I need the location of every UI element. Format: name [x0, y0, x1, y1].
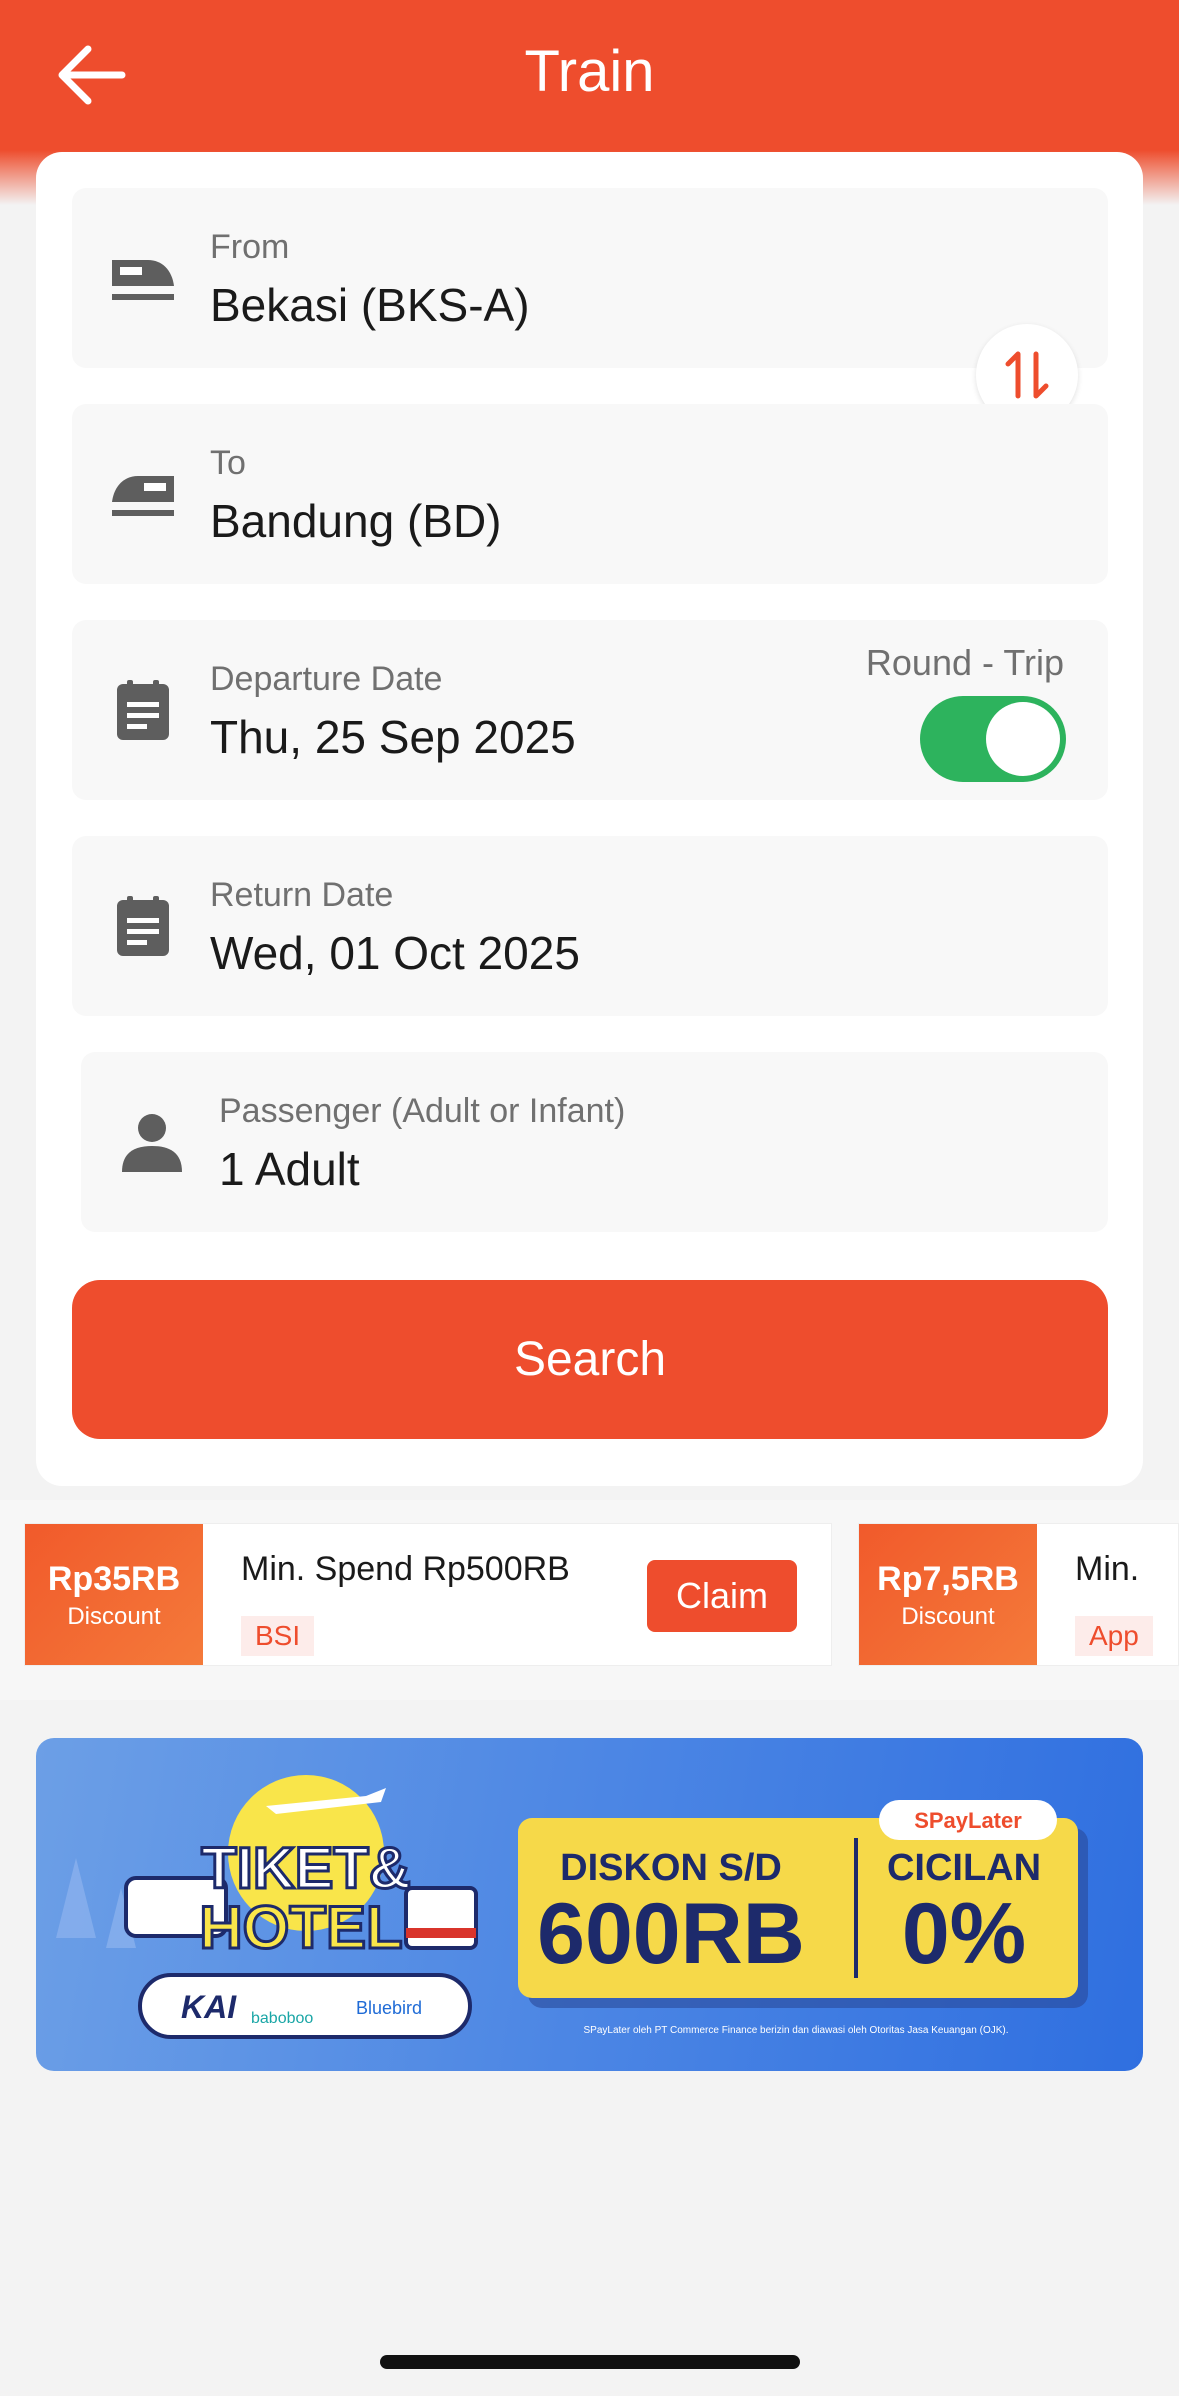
departure-date-label: Departure Date	[210, 660, 443, 698]
banner-brand-hotel: HOTEL	[199, 1894, 402, 1961]
departure-date-value: Thu, 25 Sep 2025	[210, 711, 576, 763]
voucher-condition: Min.	[1075, 1550, 1140, 1588]
voucher-discount-stub: Rp7,5RB Discount	[859, 1524, 1037, 1665]
banner-brand-tiket: TIKET&	[201, 1836, 410, 1901]
banner-paylater: SPayLater	[914, 1808, 1022, 1833]
return-date-label: Return Date	[210, 876, 394, 914]
voucher-amount: Rp7,5RB	[877, 1560, 1019, 1598]
train-icon	[112, 476, 174, 516]
voucher-tag: App	[1075, 1616, 1153, 1656]
voucher-amount: Rp35RB	[47, 1560, 181, 1598]
voucher-discount-stub: Rp35RB Discount	[25, 1524, 203, 1665]
banner-cicilan-label: CICILAN	[887, 1847, 1041, 1889]
voucher-condition: Min. Spend Rp500RB	[241, 1550, 570, 1588]
passenger-label: Passenger (Adult or Infant)	[219, 1092, 626, 1130]
passenger-field[interactable]: Passenger (Adult or Infant) 1 Adult	[81, 1052, 1108, 1232]
page-title: Train	[524, 39, 655, 104]
to-label: To	[210, 444, 246, 482]
search-form-card: From Bekasi (BKS-A) To Bandung (BD) Depa…	[36, 152, 1143, 1486]
train-icon	[112, 260, 174, 300]
search-button[interactable]: Search	[72, 1280, 1108, 1439]
voucher-carousel[interactable]: Rp35RB Discount Min. Spend Rp500RB BSI C…	[0, 1500, 1179, 1700]
calendar-icon	[117, 680, 169, 740]
return-date-field[interactable]: Return Date Wed, 01 Oct 2025	[72, 836, 1108, 1016]
round-trip-toggle[interactable]	[920, 696, 1066, 782]
departure-date-field[interactable]: Departure Date Thu, 25 Sep 2025 Round - …	[72, 620, 1108, 800]
banner-partner-bluebird: Bluebird	[356, 1998, 422, 2018]
return-date-value: Wed, 01 Oct 2025	[210, 927, 580, 979]
from-value: Bekasi (BKS-A)	[210, 279, 530, 331]
banner-partner-kai: KAI	[181, 1989, 237, 2025]
banner-diskon-value: 600RB	[537, 1886, 805, 1982]
banner-disclaimer: SPayLater oleh PT Commerce Finance beriz…	[583, 2025, 1008, 2036]
swap-arrows-icon	[1005, 351, 1049, 399]
home-indicator	[380, 2355, 800, 2369]
voucher-discount-label: Discount	[67, 1603, 161, 1630]
to-field[interactable]: To Bandung (BD)	[72, 404, 1108, 584]
person-icon	[122, 1114, 182, 1172]
to-value: Bandung (BD)	[210, 495, 502, 547]
voucher-card[interactable]: Rp7,5RB Discount Min. App	[858, 1523, 1179, 1666]
banner-cicilan-value: 0%	[902, 1886, 1026, 1982]
promo-banner-art: TIKET& HOTEL KAI baboboo Bluebird SPayLa…	[56, 1775, 1088, 2039]
voucher-card[interactable]: Rp35RB Discount Min. Spend Rp500RB BSI C…	[24, 1523, 832, 1666]
calendar-icon	[117, 896, 169, 956]
banner-diskon-label: DISKON S/D	[560, 1847, 782, 1889]
banner-partner-baboboo: baboboo	[251, 2010, 313, 2027]
voucher-tag: BSI	[241, 1616, 315, 1656]
round-trip-label: Round - Trip	[865, 642, 1064, 683]
from-field[interactable]: From Bekasi (BKS-A)	[72, 188, 1108, 368]
passenger-value: 1 Adult	[219, 1143, 360, 1195]
from-label: From	[210, 228, 290, 266]
claim-button[interactable]: Claim	[647, 1560, 797, 1632]
voucher-discount-label: Discount	[901, 1603, 995, 1630]
promo-banner[interactable]: TIKET& HOTEL KAI baboboo Bluebird SPayLa…	[36, 1738, 1143, 2071]
toggle-knob	[986, 702, 1060, 776]
